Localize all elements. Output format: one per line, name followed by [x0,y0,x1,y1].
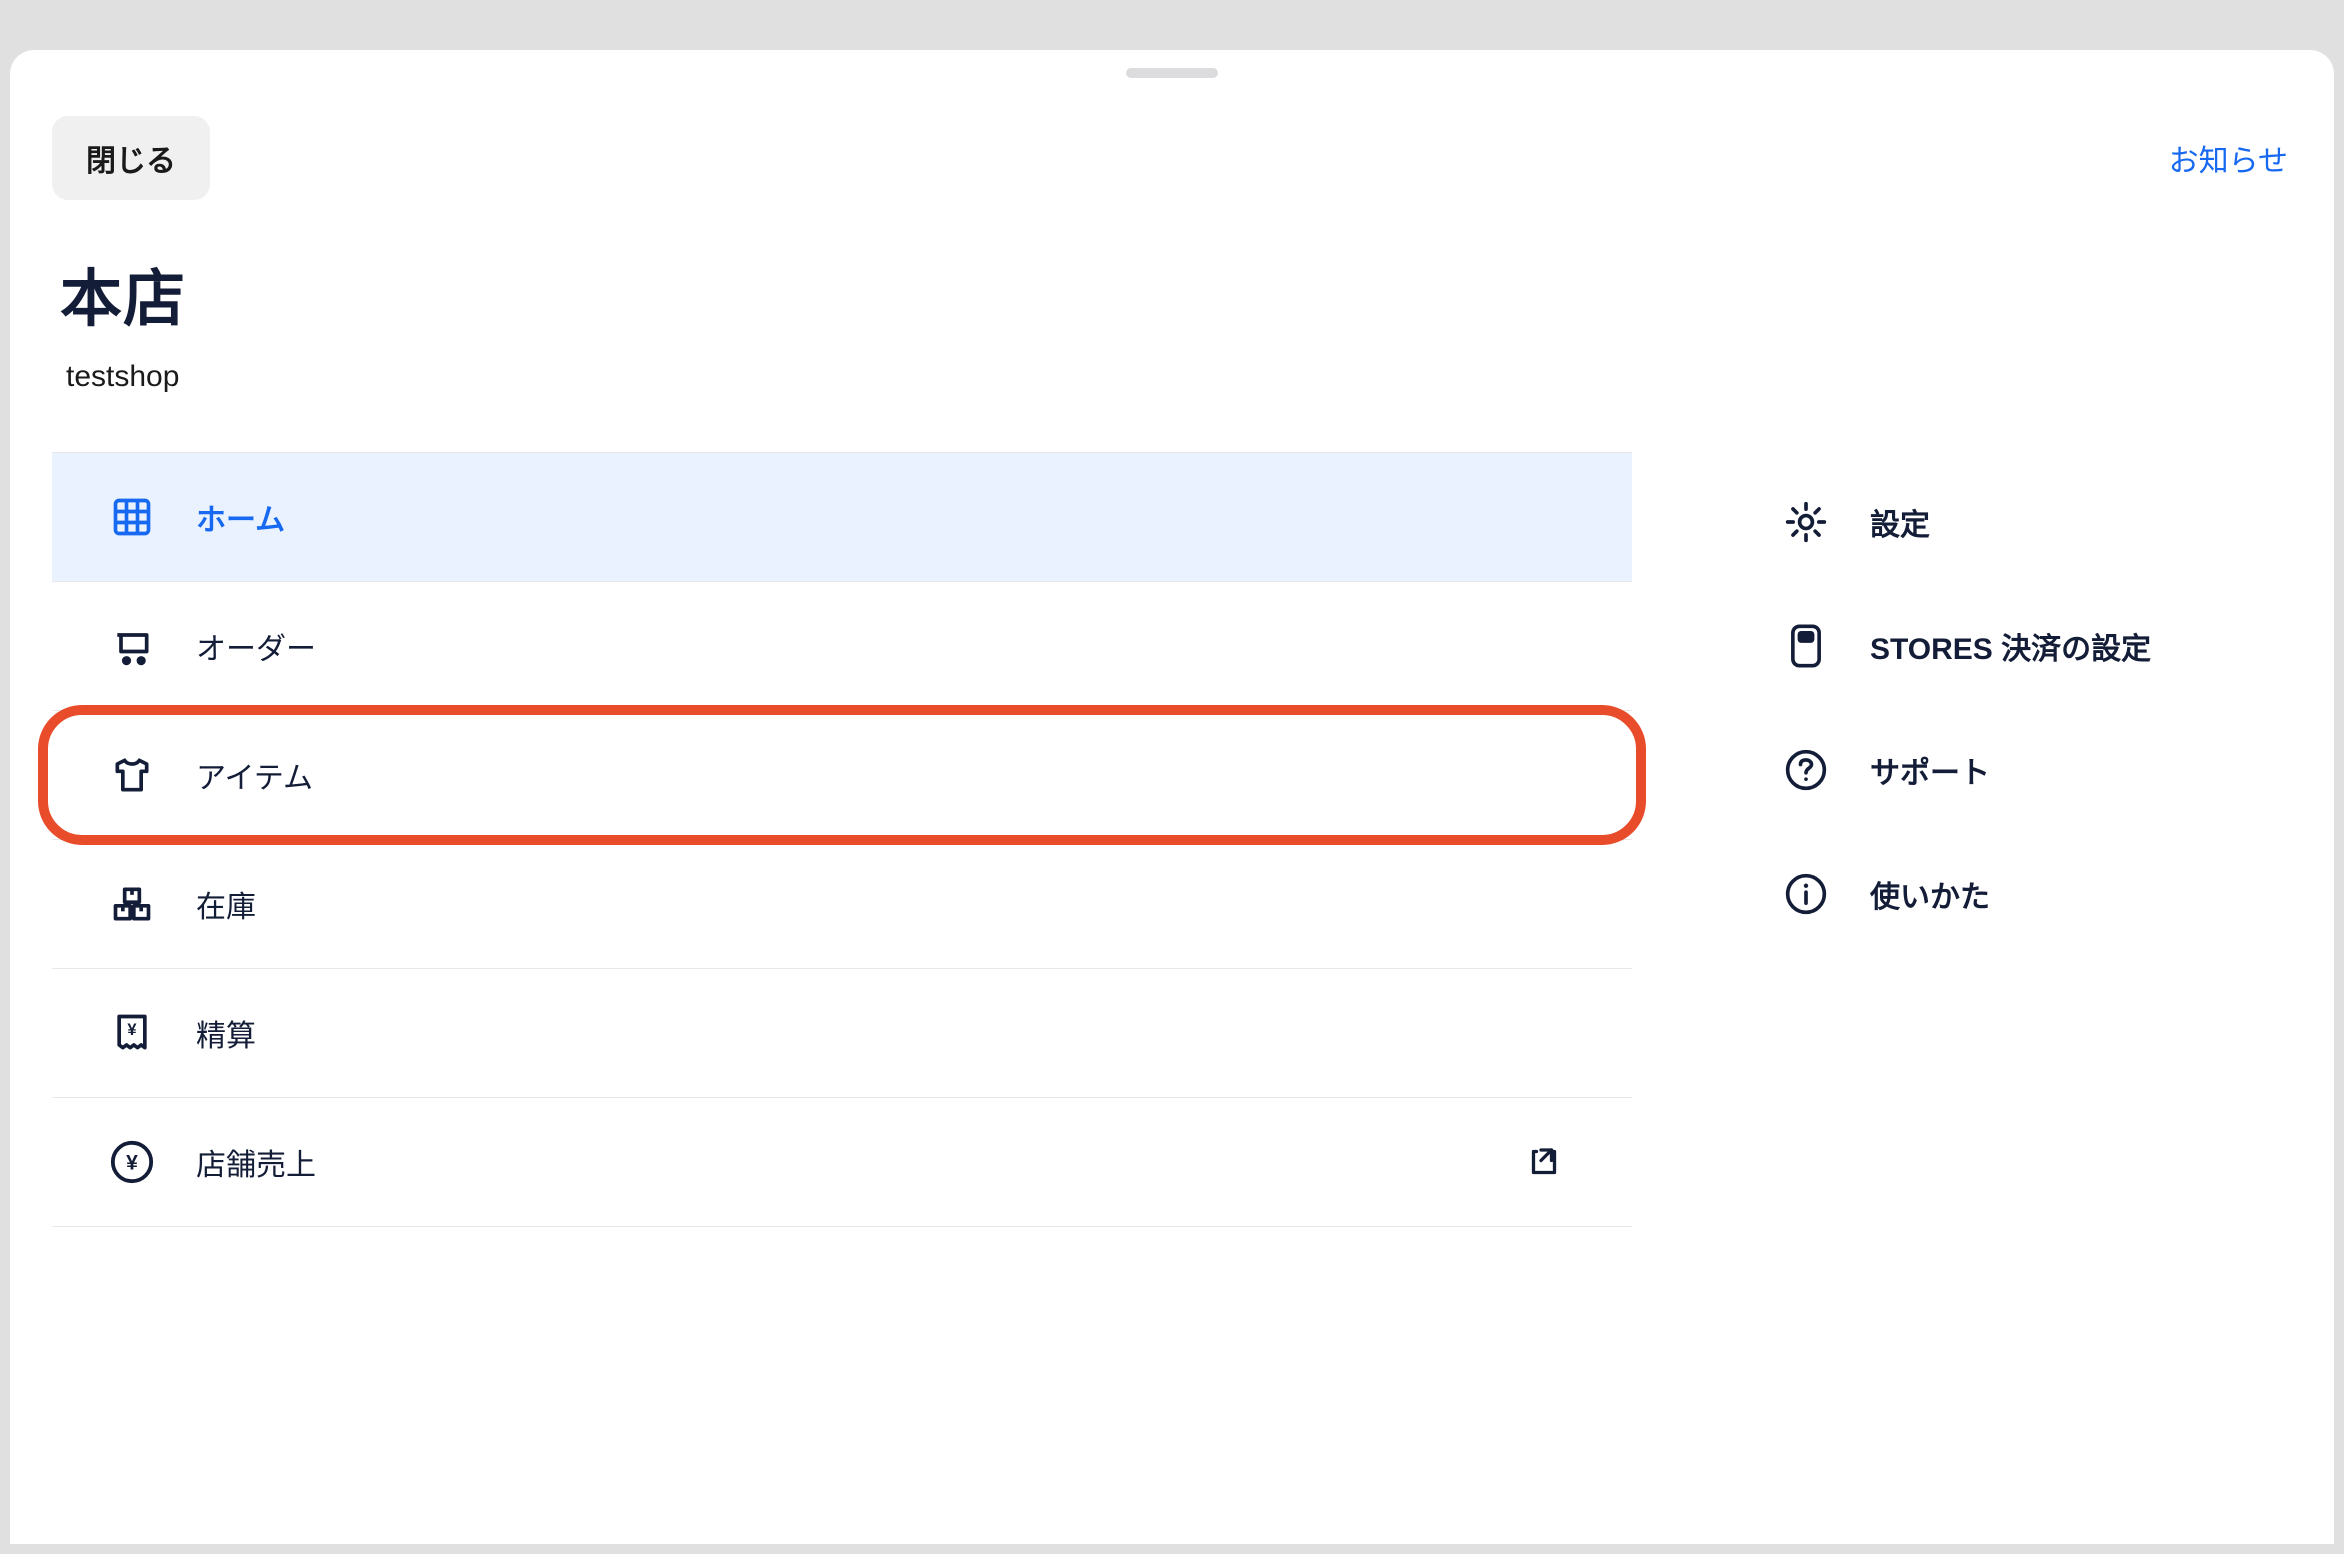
side-item-stores-payment[interactable]: STORES 決済の設定 [1772,584,2292,708]
side-label: サポート [1870,748,1990,792]
menu-label: ホーム [196,495,285,539]
cart-icon [108,622,156,670]
svg-text:¥: ¥ [127,1021,137,1039]
menu-item-home[interactable]: ホーム [52,452,1632,582]
menu-item-item[interactable]: アイテム [52,711,1632,840]
side-item-howto[interactable]: 使いかた [1772,832,2292,956]
content-area: ホーム オーダー [10,452,2334,1227]
side-item-settings[interactable]: 設定 [1772,460,2292,584]
menu-item-order[interactable]: オーダー [52,582,1632,711]
main-menu: ホーム オーダー [52,452,1632,1227]
drag-handle[interactable] [1126,68,1218,78]
close-button[interactable]: 閉じる [52,116,210,200]
side-label: 設定 [1870,500,1930,544]
menu-label: アイテム [196,753,313,797]
grid-icon [108,493,156,541]
menu-label: オーダー [196,624,316,668]
page-subtitle: testshop [60,360,2284,394]
side-menu: 設定 STORES 決済の設定 [1772,452,2292,1227]
menu-label: 在庫 [196,882,256,926]
terminal-icon [1782,622,1830,670]
menu-item-settlement[interactable]: ¥ 精算 [52,969,1632,1098]
menu-item-stock[interactable]: 在庫 [52,840,1632,969]
menu-label: 店舗売上 [196,1140,316,1184]
side-label: 使いかた [1870,872,1990,916]
side-label: STORES 決済の設定 [1870,624,2151,668]
external-link-icon [1520,1138,1568,1186]
info-icon [1782,870,1830,918]
notifications-link[interactable]: お知らせ [2165,128,2292,188]
receipt-icon: ¥ [108,1009,156,1057]
svg-text:¥: ¥ [126,1152,138,1175]
side-item-support[interactable]: サポート [1772,708,2292,832]
sheet-panel: 閉じる お知らせ 本店 testshop ホーム [10,50,2334,1544]
shirt-icon [108,751,156,799]
header-row: 閉じる お知らせ [10,78,2334,248]
boxes-icon [108,880,156,928]
help-icon [1782,746,1830,794]
page-title: 本店 [60,248,2284,338]
gear-icon [1782,498,1830,546]
menu-label: 精算 [196,1011,256,1055]
yen-circle-icon: ¥ [108,1138,156,1186]
menu-item-store-sales[interactable]: ¥ 店舗売上 [52,1098,1632,1227]
title-section: 本店 testshop [10,248,2334,452]
